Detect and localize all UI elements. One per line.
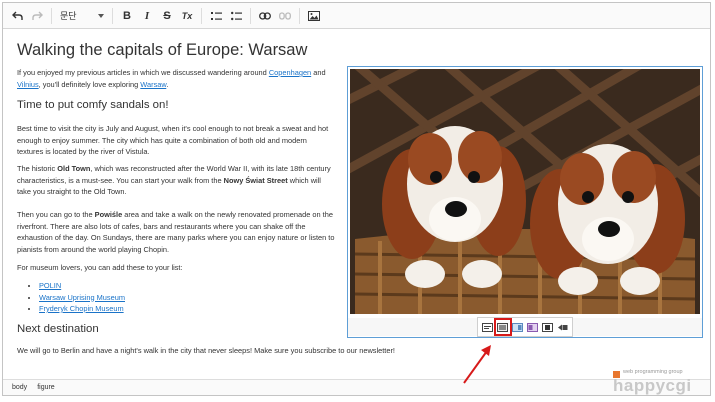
- link-icon: [259, 11, 271, 20]
- heading-sandals: Time to put comfy sandals on!: [17, 99, 169, 111]
- insert-image-button[interactable]: [306, 8, 322, 24]
- intro-text: and: [311, 68, 326, 77]
- path-crumb-body[interactable]: body: [12, 384, 27, 391]
- redo-icon: [31, 11, 43, 20]
- toolbar-divider: [250, 7, 251, 24]
- side-image-icon: [512, 322, 523, 332]
- bold-old-town: Old Town: [57, 164, 91, 173]
- list-item: POLIN: [39, 280, 125, 292]
- heading-dropdown[interactable]: 문단: [56, 7, 108, 25]
- element-path-bar: body figure: [3, 379, 710, 395]
- watermark-brand: happycgi: [613, 376, 692, 395]
- path-crumb-figure[interactable]: figure: [37, 384, 55, 391]
- heading-next-destination: Next destination: [17, 323, 99, 335]
- bulleted-list-button[interactable]: [228, 8, 244, 24]
- image-figure[interactable]: Enter image caption: [347, 66, 703, 338]
- editor-toolbar: 문단 B I S Tx: [3, 3, 710, 29]
- chevron-down-icon: [98, 13, 104, 18]
- align-center-image-icon: [542, 322, 553, 332]
- full-width-image-icon: [497, 322, 508, 332]
- toolbar-divider: [112, 7, 113, 24]
- link-polin[interactable]: POLIN: [39, 281, 61, 290]
- paragraph-best-time: Best time to visit the city is July and …: [17, 124, 329, 157]
- paragraph-museum-intro: For museum lovers, you can add these to …: [17, 263, 183, 272]
- image-align-left-button[interactable]: [527, 321, 539, 333]
- watermark-tagline: web programming group: [623, 369, 683, 375]
- image-toolbar: [477, 317, 573, 337]
- link-warsaw-uprising-museum[interactable]: Warsaw Uprising Museum: [39, 293, 125, 302]
- watermark: web programming group happycgi: [613, 369, 711, 397]
- clear-format-button[interactable]: Tx: [179, 8, 195, 24]
- article-title: Walking the capitals of Europe: Warsaw: [17, 41, 308, 59]
- image-side-button[interactable]: [512, 321, 524, 333]
- toolbar-divider: [201, 7, 202, 24]
- bulleted-list-icon: [230, 11, 242, 20]
- image-icon: [308, 10, 320, 21]
- editor-frame: 문단 B I S Tx Walking the capitals of Euro…: [2, 2, 711, 396]
- puppies-photo[interactable]: [350, 69, 700, 314]
- unlink-button[interactable]: [277, 8, 293, 24]
- image-full-size-button[interactable]: [493, 318, 512, 336]
- intro-text: , you'll definitely love exploring: [38, 79, 141, 89]
- image-align-right-button[interactable]: [557, 321, 569, 333]
- link-warsaw[interactable]: Warsaw: [140, 80, 166, 89]
- paragraph-next: We will go to Berlin and have a night's …: [17, 346, 395, 355]
- undo-icon: [11, 11, 23, 20]
- image-align-center-button[interactable]: [542, 321, 554, 333]
- align-right-image-icon: [558, 324, 568, 330]
- link-chopin-museum[interactable]: Fryderyk Chopin Museum: [39, 304, 124, 313]
- museum-list: POLIN Warsaw Uprising Museum Fryderyk Ch…: [27, 280, 125, 315]
- list-item: Fryderyk Chopin Museum: [39, 303, 125, 315]
- strikethrough-button[interactable]: S: [159, 8, 175, 24]
- paragraph-text: Then you can go to the: [17, 210, 95, 219]
- editable-area[interactable]: Walking the capitals of Europe: Warsaw I…: [3, 29, 710, 379]
- alt-text-icon: [482, 322, 493, 332]
- list-item: Warsaw Uprising Museum: [39, 292, 125, 304]
- heading-dropdown-value: 문단: [60, 11, 77, 21]
- link-button[interactable]: [257, 8, 273, 24]
- paragraph-text: The historic: [17, 164, 58, 173]
- bold-powisle: Powiśle: [94, 210, 123, 219]
- redo-button[interactable]: [29, 8, 45, 24]
- italic-button[interactable]: I: [139, 8, 155, 24]
- puppies-image: [350, 69, 700, 314]
- toolbar-divider: [51, 7, 52, 24]
- intro-text: If you enjoyed my previous articles in w…: [17, 68, 269, 77]
- toolbar-divider: [299, 7, 300, 24]
- numbered-list-button[interactable]: [208, 8, 224, 24]
- unlink-icon: [279, 11, 291, 20]
- bold-button[interactable]: B: [119, 8, 135, 24]
- link-vilnius[interactable]: Vilnius: [17, 80, 39, 89]
- annotation-arrow: [463, 345, 491, 384]
- align-left-image-icon: [527, 322, 538, 332]
- paragraph-powisle: Then you can go to the Powiśle area and …: [17, 209, 335, 255]
- intro-text: .: [166, 79, 169, 89]
- numbered-list-icon: [210, 11, 222, 20]
- image-alt-text-button[interactable]: [482, 321, 494, 333]
- bold-nowy-swiat: Nowy Świat Street: [223, 175, 288, 185]
- undo-button[interactable]: [9, 8, 25, 24]
- link-copenhagen[interactable]: Copenhagen: [269, 68, 311, 77]
- intro-paragraph: If you enjoyed my previous articles in w…: [17, 67, 335, 90]
- paragraph-old-town: The historic Old Town, which was reconst…: [17, 163, 335, 198]
